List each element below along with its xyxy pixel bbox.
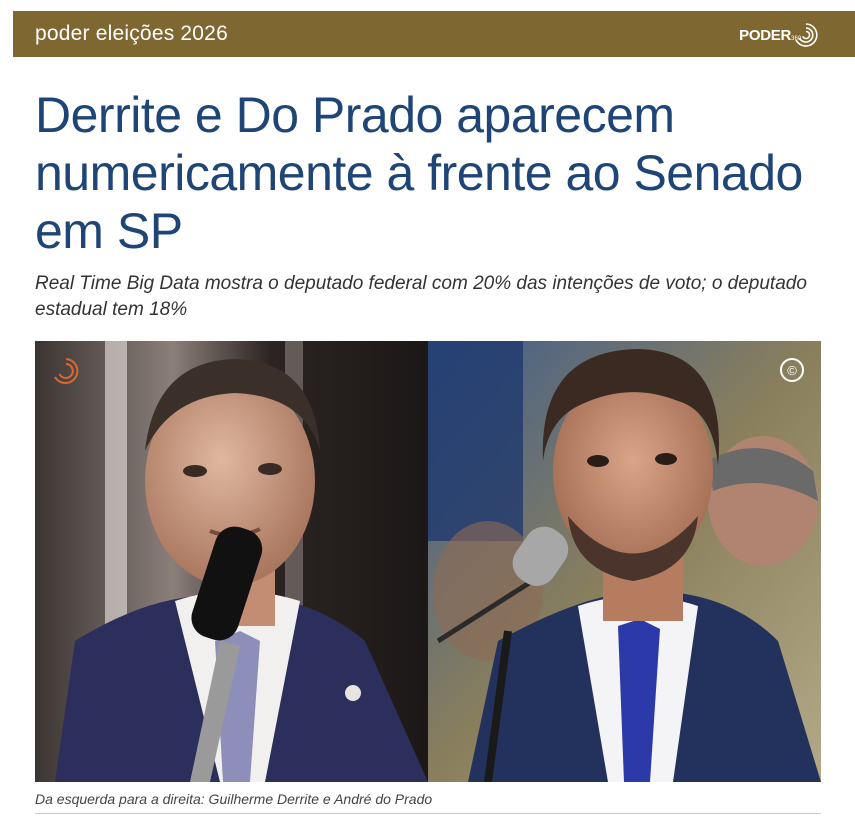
article-main-photo[interactable]: ©: [35, 341, 821, 782]
article-subtitle: Real Time Big Data mostra o deputado fed…: [35, 273, 807, 320]
caption-divider: [35, 813, 821, 814]
poder360-logo[interactable]: PODER 360: [739, 22, 819, 48]
photo-caption: Da esquerda para a direita: Guilherme De…: [35, 791, 433, 807]
section-header-bar: poder eleições 2026 PODER 360: [13, 11, 855, 57]
photo-left-derrite: [35, 341, 428, 782]
photo-right-do-prado: ©: [428, 341, 821, 782]
logo-text: PODER: [739, 26, 791, 44]
article-headline: Derrite e Do Prado aparecem numericament…: [35, 87, 803, 259]
section-label[interactable]: poder eleições 2026: [35, 22, 228, 46]
sunburst-logo-icon: [795, 23, 818, 47]
svg-text:©: ©: [787, 363, 797, 378]
logo-number: 360: [791, 36, 802, 42]
